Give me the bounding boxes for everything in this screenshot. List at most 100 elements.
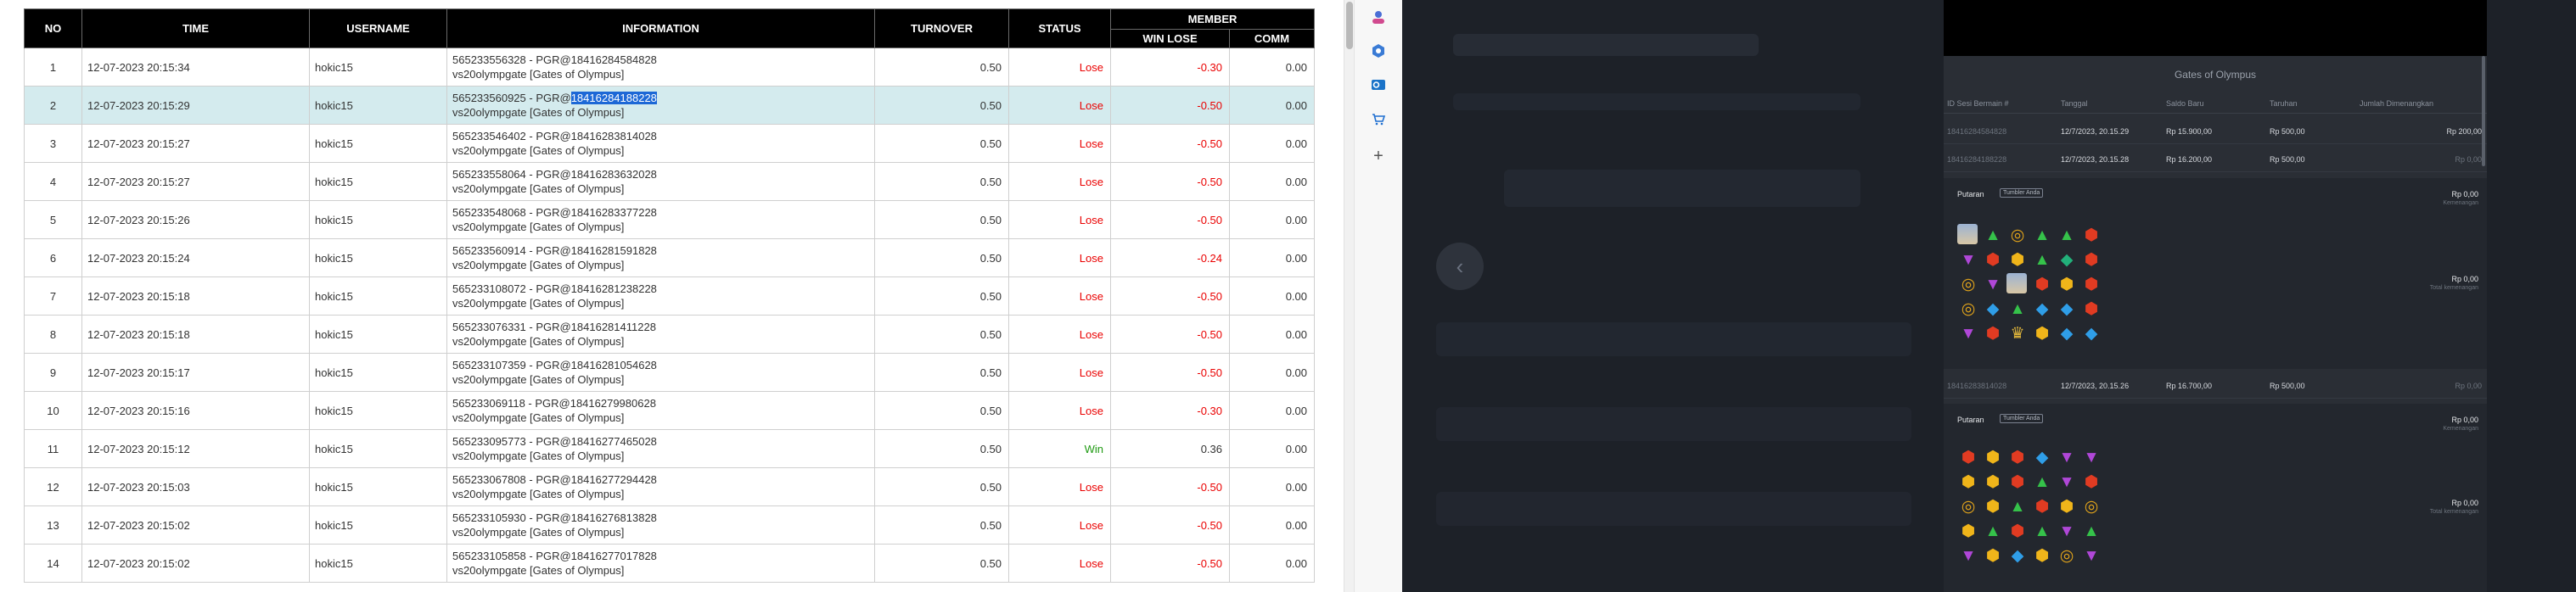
game-panel-top-bar xyxy=(1944,0,2487,56)
yellow-gem-icon: ⬢ xyxy=(2034,546,2050,565)
table-body: 1 12-07-2023 20:15:34 hokic15 565233556328 … xyxy=(24,47,1315,583)
blue-gem-icon: ◆ xyxy=(2011,546,2024,565)
table-row[interactable]: 10 12-07-2023 20:15:16 hokic15 565233069118… xyxy=(24,391,1315,430)
table-row[interactable]: 3 12-07-2023 20:15:27 hokic15 565233546402 … xyxy=(24,124,1315,163)
yellow-gem-icon: ⬢ xyxy=(2034,324,2050,343)
cell-information: 565233076331 - PGR@18416281411228 vs20oly… xyxy=(446,315,875,354)
spin-detail: Putaran Tumbler Anda Rp 0,00 Kemenangan … xyxy=(1944,404,2487,592)
yellow-gem-icon: ⬢ xyxy=(2010,250,2025,269)
table-row[interactable]: 14 12-07-2023 20:15:02 hokic15 565233105858… xyxy=(24,544,1315,583)
cell-username: hokic15 xyxy=(309,200,447,239)
table-row[interactable]: 12 12-07-2023 20:15:03 hokic15 565233067808… xyxy=(24,467,1315,506)
scrollbar-thumb[interactable] xyxy=(1346,2,1353,49)
game-row[interactable]: 18416284584828 12/7/2023, 20.15.29 Rp 15… xyxy=(1944,119,2487,144)
cell-no: 1 xyxy=(24,47,82,87)
info-line-2: vs20olympgate [Gates of Olympus] xyxy=(452,373,625,386)
row-date: 12/7/2023, 20.15.29 xyxy=(2061,126,2130,136)
info-line-1: 565233560925 - PGR@18416284188228 xyxy=(452,91,869,105)
ring-icon: ◎ xyxy=(1961,299,1976,318)
back-arrow-button[interactable]: ‹ xyxy=(1436,243,1484,290)
cell-comm: 0.00 xyxy=(1229,238,1315,277)
cell-no: 9 xyxy=(24,353,82,392)
cell-win-lose: -0.30 xyxy=(1110,47,1230,87)
ring-icon: ◎ xyxy=(1961,275,1976,293)
session-id: 18416284188228 xyxy=(1947,154,2007,164)
header-comm: COMM xyxy=(1229,29,1315,48)
info-line-1: 565233560914 - PGR@18416281591828 xyxy=(452,244,657,257)
blue-gem-icon: ◆ xyxy=(2060,324,2074,343)
cell-win-lose: -0.50 xyxy=(1110,276,1230,316)
cell-username: hokic15 xyxy=(309,162,447,201)
background-blur-block xyxy=(1436,322,1911,356)
cell-comm: 0.00 xyxy=(1229,429,1315,468)
cell-turnover: 0.50 xyxy=(874,544,1009,583)
spin-win-label: Kemenangan xyxy=(2443,200,2478,206)
cell-no: 3 xyxy=(24,124,82,163)
red-gem-icon: ⬢ xyxy=(2010,472,2025,491)
vertical-scrollbar[interactable] xyxy=(1344,0,1354,592)
cell-username: hokic15 xyxy=(309,86,447,125)
cell-time: 12-07-2023 20:15:17 xyxy=(81,353,310,392)
cell-username: hokic15 xyxy=(309,47,447,87)
cell-turnover: 0.50 xyxy=(874,467,1009,506)
cell-turnover: 0.50 xyxy=(874,276,1009,316)
outlook-icon[interactable] xyxy=(1368,75,1389,95)
table-row[interactable]: 5 12-07-2023 20:15:26 hokic15 565233548068 … xyxy=(24,200,1315,239)
session-id: 18416283814028 xyxy=(1947,381,2007,390)
cell-status: Lose xyxy=(1008,238,1111,277)
cell-no: 10 xyxy=(24,391,82,430)
info-line-2: vs20olympgate [Gates of Olympus] xyxy=(452,221,625,233)
cell-turnover: 0.50 xyxy=(874,429,1009,468)
cell-status: Lose xyxy=(1008,162,1111,201)
table-row[interactable]: 11 12-07-2023 20:15:12 hokic15 565233095773… xyxy=(24,429,1315,468)
cell-information: 565233560925 - PGR@18416284188228 vs20oly… xyxy=(446,86,875,125)
header-time: TIME xyxy=(81,8,310,48)
table-row[interactable]: 2 12-07-2023 20:15:29 hokic15 565233560925 … xyxy=(24,86,1315,125)
table-row[interactable]: 13 12-07-2023 20:15:02 hokic15 565233105930… xyxy=(24,505,1315,545)
info-line-2: vs20olympgate [Gates of Olympus] xyxy=(452,526,625,539)
cell-status: Lose xyxy=(1008,47,1111,87)
table-row[interactable]: 6 12-07-2023 20:15:24 hokic15 565233560914 … xyxy=(24,238,1315,277)
tumble-badge[interactable]: Tumbler Anda xyxy=(2000,188,2044,198)
cell-comm: 0.00 xyxy=(1229,315,1315,354)
spin-label: Putaran xyxy=(1957,190,1984,198)
zeus-icon xyxy=(2006,273,2027,293)
cell-time: 12-07-2023 20:15:27 xyxy=(81,162,310,201)
table-row[interactable]: 4 12-07-2023 20:15:27 hokic15 565233558064 … xyxy=(24,162,1315,201)
game-row[interactable]: 18416284188228 12/7/2023, 20.15.28 Rp 16… xyxy=(1944,147,2487,172)
purple-triangle-icon: ▼ xyxy=(1960,546,1977,565)
cell-win-lose: -0.50 xyxy=(1110,505,1230,545)
green-triangle-icon: ▲ xyxy=(2009,497,2026,516)
game-row[interactable]: 18416283814028 12/7/2023, 20.15.26 Rp 16… xyxy=(1944,373,2487,399)
cell-status: Lose xyxy=(1008,200,1111,239)
cell-time: 12-07-2023 20:15:24 xyxy=(81,238,310,277)
yellow-gem-icon: ⬢ xyxy=(1985,546,2001,565)
add-icon[interactable]: + xyxy=(1368,146,1389,166)
highlighted-selection[interactable]: 18416284188228 xyxy=(570,92,657,104)
table-row[interactable]: 9 12-07-2023 20:15:17 hokic15 565233107359 … xyxy=(24,353,1315,392)
red-gem-icon: ⬢ xyxy=(2084,226,2099,244)
info-line-1: 565233546402 - PGR@18416283814028 xyxy=(452,130,657,142)
table-row[interactable]: 8 12-07-2023 20:15:18 hokic15 565233076331 … xyxy=(24,315,1315,354)
cell-information: 565233067808 - PGR@18416277294428 vs20oly… xyxy=(446,467,875,506)
spin-total-amount: Rp 0,00 xyxy=(2451,499,2478,507)
row-bet: Rp 500,00 xyxy=(2270,126,2305,136)
person-icon[interactable] xyxy=(1368,7,1389,27)
col-winnings: Jumlah Dimenangkan xyxy=(2360,98,2434,108)
cell-username: hokic15 xyxy=(309,505,447,545)
shopping-icon[interactable] xyxy=(1368,109,1389,129)
cell-status: Lose xyxy=(1008,391,1111,430)
green-triangle-icon: ▲ xyxy=(2034,250,2051,269)
cell-no: 11 xyxy=(24,429,82,468)
tumble-badge[interactable]: Tumbler Anda xyxy=(2000,414,2044,423)
red-gem-icon: ⬢ xyxy=(1985,324,2001,343)
header-member: MEMBER xyxy=(1110,8,1315,30)
panel-scrollbar[interactable] xyxy=(2482,56,2485,166)
info-line-1: 565233105858 - PGR@18416277017828 xyxy=(452,550,657,562)
blue-gem-icon: ◆ xyxy=(2035,448,2049,466)
copilot-icon[interactable] xyxy=(1368,41,1389,61)
background-blur-block xyxy=(1453,93,1860,110)
table-row[interactable]: 1 12-07-2023 20:15:34 hokic15 565233556328 … xyxy=(24,47,1315,87)
cell-no: 4 xyxy=(24,162,82,201)
table-row[interactable]: 7 12-07-2023 20:15:18 hokic15 565233108072 … xyxy=(24,276,1315,316)
